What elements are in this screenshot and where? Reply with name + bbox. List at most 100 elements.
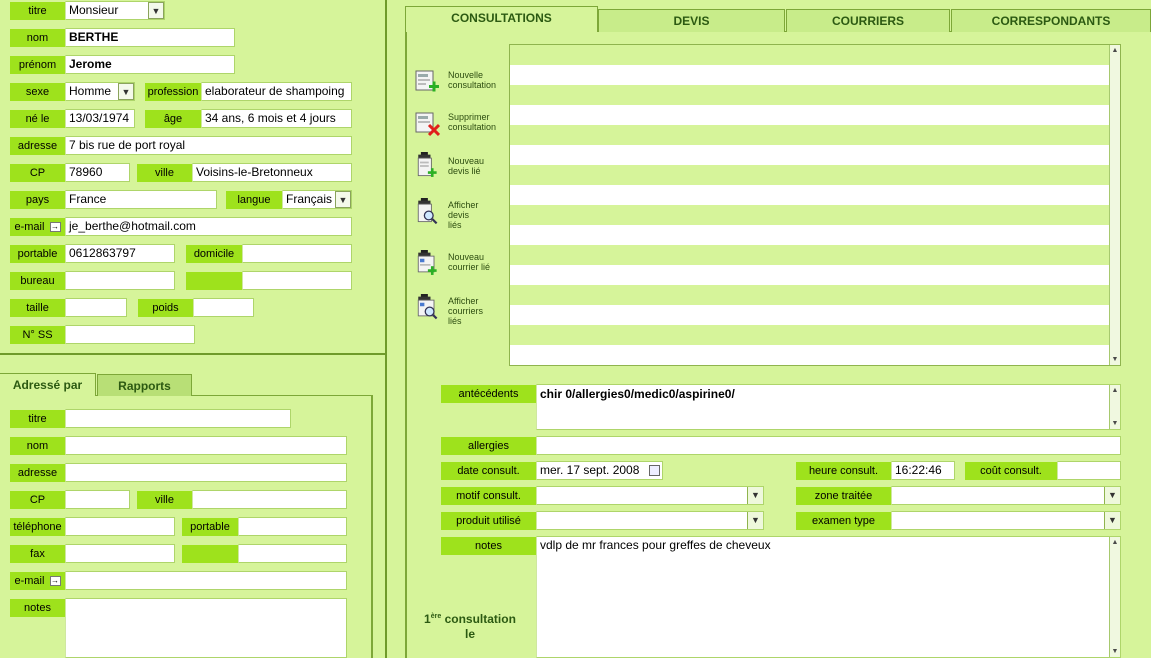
- motif-consult-select[interactable]: ▼: [536, 486, 764, 505]
- tab-correspondants[interactable]: CORRESPONDANTS: [951, 9, 1151, 32]
- taille-field[interactable]: [65, 298, 127, 317]
- scroll-down-icon[interactable]: ▼: [1110, 646, 1120, 657]
- tab-adresse-par[interactable]: Adressé par: [0, 373, 96, 396]
- chevron-down-icon[interactable]: ▼: [148, 2, 164, 19]
- cout-consult-field[interactable]: [1057, 461, 1121, 480]
- ne-le-field[interactable]: 13/03/1974: [65, 109, 135, 128]
- chevron-down-icon[interactable]: ▼: [335, 191, 351, 208]
- list-row[interactable]: [510, 225, 1110, 245]
- supprimer-consultation-button[interactable]: Supprimer consultation: [412, 106, 507, 144]
- ap-nom-field[interactable]: [65, 436, 347, 455]
- tab-courriers[interactable]: COURRIERS: [786, 9, 950, 32]
- ap-email-field[interactable]: [65, 571, 347, 590]
- ap-portable-field[interactable]: [238, 517, 347, 536]
- allergies-field[interactable]: [536, 436, 1121, 455]
- ne-le-label: né le: [10, 110, 65, 128]
- list-row[interactable]: [510, 285, 1110, 305]
- nss-field[interactable]: [65, 325, 195, 344]
- heure-consult-field[interactable]: 16:22:46: [891, 461, 955, 480]
- tab-devis[interactable]: DEVIS: [598, 9, 785, 32]
- ap-notes-field[interactable]: [65, 598, 347, 658]
- horizontal-divider: [0, 353, 385, 355]
- scroll-down-icon[interactable]: ▼: [1110, 354, 1120, 365]
- ap-fax-field[interactable]: [65, 544, 175, 563]
- calendar-icon[interactable]: [649, 465, 660, 476]
- email-field[interactable]: je_berthe@hotmail.com: [65, 217, 352, 236]
- afficher-courriers-button[interactable]: Afficher courriers liés: [412, 290, 507, 328]
- afficher-devis-button[interactable]: Afficher devis liés: [412, 194, 507, 232]
- list-row[interactable]: [510, 85, 1110, 105]
- list-row[interactable]: [510, 185, 1110, 205]
- list-row[interactable]: [510, 65, 1110, 85]
- chevron-down-icon[interactable]: ▼: [747, 487, 763, 504]
- ap-extra-field[interactable]: [238, 544, 347, 563]
- prenom-field[interactable]: Jerome: [65, 55, 235, 74]
- examen-type-select[interactable]: ▼: [891, 511, 1121, 530]
- view-quotes-icon: [417, 198, 438, 225]
- consultation-list[interactable]: ▲ ▼: [509, 44, 1121, 366]
- notes-scrollbar[interactable]: ▲ ▼: [1109, 537, 1120, 657]
- chevron-down-icon[interactable]: ▼: [1104, 512, 1120, 529]
- sexe-select[interactable]: Homme ▼: [65, 82, 135, 101]
- cp-field[interactable]: 78960: [65, 163, 130, 182]
- list-row[interactable]: [510, 45, 1110, 65]
- ap-adresse-field[interactable]: [65, 463, 347, 482]
- list-row[interactable]: [510, 325, 1110, 345]
- nouveau-devis-button[interactable]: Nouveau devis lié: [412, 148, 507, 186]
- premiere-number: 1: [424, 612, 431, 626]
- scroll-up-icon[interactable]: ▲: [1110, 537, 1120, 548]
- extra-field[interactable]: [242, 271, 352, 290]
- action-label-3: liés: [448, 316, 462, 326]
- scroll-up-icon[interactable]: ▲: [1110, 45, 1120, 56]
- nss-label: N° SS: [10, 326, 65, 344]
- list-row[interactable]: [510, 345, 1110, 365]
- date-consult-field[interactable]: mer. 17 sept. 2008: [536, 461, 663, 480]
- scroll-up-icon[interactable]: ▲: [1110, 385, 1120, 396]
- list-row[interactable]: [510, 265, 1110, 285]
- nouvelle-consultation-button[interactable]: Nouvelle consultation: [412, 64, 507, 102]
- notes-field[interactable]: vdlp de mr frances pour greffes de cheve…: [536, 536, 1121, 658]
- pays-field[interactable]: France: [65, 190, 217, 209]
- list-row[interactable]: [510, 145, 1110, 165]
- nouveau-courrier-button[interactable]: Nouveau courrier lié: [412, 246, 507, 284]
- ville-field[interactable]: Voisins-le-Bretonneux: [192, 163, 352, 182]
- ap-telephone-field[interactable]: [65, 517, 175, 536]
- ap-notes-label: notes: [10, 599, 65, 617]
- chevron-down-icon[interactable]: ▼: [1104, 487, 1120, 504]
- mail-icon[interactable]: →: [49, 576, 61, 587]
- chevron-down-icon[interactable]: ▼: [118, 83, 134, 100]
- adresse-field[interactable]: 7 bis rue de port royal: [65, 136, 352, 155]
- premiere-consultation-label: 1ère consultation le: [414, 609, 526, 642]
- ap-cp-field[interactable]: [65, 490, 130, 509]
- mail-icon[interactable]: →: [49, 222, 61, 233]
- ap-portable-label: portable: [182, 518, 238, 536]
- titre-value: Monsieur: [69, 3, 119, 17]
- list-row[interactable]: [510, 305, 1110, 325]
- profession-field[interactable]: elaborateur de shampoing: [201, 82, 352, 101]
- chevron-down-icon[interactable]: ▼: [747, 512, 763, 529]
- antecedents-scrollbar[interactable]: ▲ ▼: [1109, 385, 1120, 429]
- antecedents-label: antécédents: [441, 385, 536, 403]
- scroll-down-icon[interactable]: ▼: [1110, 418, 1120, 429]
- tab-consultations[interactable]: CONSULTATIONS: [405, 6, 598, 32]
- ap-titre-field[interactable]: [65, 409, 291, 428]
- titre-select[interactable]: Monsieur ▼: [65, 1, 165, 20]
- list-scrollbar[interactable]: ▲ ▼: [1109, 45, 1120, 365]
- domicile-field[interactable]: [242, 244, 352, 263]
- tab-rapports[interactable]: Rapports: [97, 374, 192, 396]
- ap-ville-field[interactable]: [192, 490, 347, 509]
- list-row[interactable]: [510, 165, 1110, 185]
- list-row[interactable]: [510, 245, 1110, 265]
- list-row[interactable]: [510, 205, 1110, 225]
- zone-traitee-select[interactable]: ▼: [891, 486, 1121, 505]
- antecedents-field[interactable]: chir 0/allergies0/medic0/aspirine0/ ▲ ▼: [536, 384, 1121, 430]
- list-row[interactable]: [510, 125, 1110, 145]
- portable-field[interactable]: 0612863797: [65, 244, 175, 263]
- poids-field[interactable]: [193, 298, 254, 317]
- action-label-2: devis lié: [448, 166, 481, 176]
- list-row[interactable]: [510, 105, 1110, 125]
- nom-field[interactable]: BERTHE: [65, 28, 235, 47]
- langue-select[interactable]: Français ▼: [282, 190, 352, 209]
- produit-utilise-select[interactable]: ▼: [536, 511, 764, 530]
- bureau-field[interactable]: [65, 271, 175, 290]
